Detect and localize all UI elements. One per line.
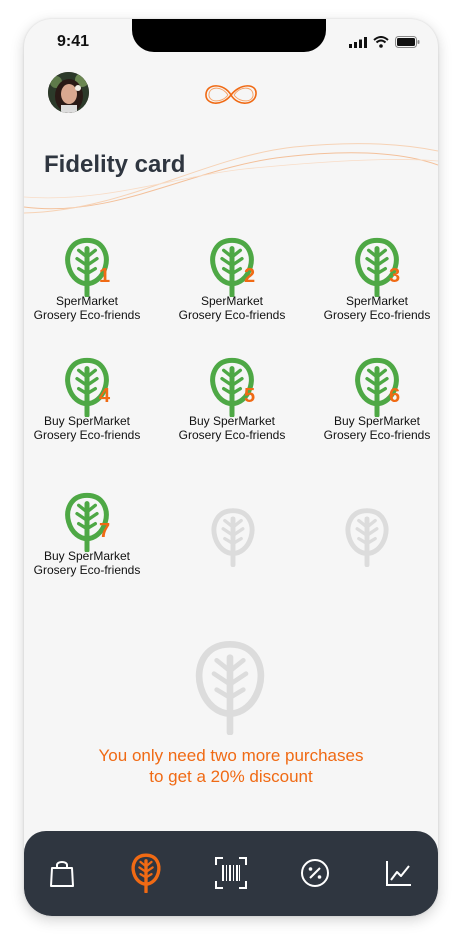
chart-icon — [386, 861, 411, 886]
tab-stats[interactable] — [381, 855, 417, 891]
stamp-label: SperMarket Grosery Eco-friends — [312, 294, 438, 322]
stamp-label: Buy SperMarket Grosery Eco-friends — [24, 549, 152, 577]
stamp-leaf: 6 — [349, 357, 405, 418]
stamp-label-line2: Grosery Eco-friends — [178, 308, 286, 322]
stamp-label: Buy SperMarket Grosery Eco-friends — [24, 414, 152, 442]
stamp-4: 4 Buy SperMarket Grosery Eco-friends — [24, 357, 152, 442]
discount-message: You only need two more purchases to get … — [24, 745, 438, 787]
tab-scan[interactable] — [213, 855, 249, 891]
tab-discounts[interactable] — [297, 855, 333, 891]
battery-icon — [395, 36, 420, 48]
device-notch — [132, 19, 326, 52]
phone-screen: 9:41 Fidelity card 1 SperMarket Grosery … — [24, 19, 438, 916]
stamp-leaf: 4 — [59, 357, 115, 418]
bottom-tab-bar — [24, 831, 438, 916]
stamp-leaf: 1 — [59, 237, 115, 298]
stamp-1: 1 SperMarket Grosery Eco-friends — [24, 237, 152, 322]
stamp-label-line2: Grosery Eco-friends — [33, 428, 141, 442]
stamp-label: Buy SperMarket Grosery Eco-friends — [167, 414, 297, 442]
bag-icon — [50, 861, 74, 887]
wifi-icon — [373, 36, 389, 48]
stamp-5: 5 Buy SperMarket Grosery Eco-friends — [167, 357, 297, 442]
stamp-leaf: 3 — [349, 237, 405, 298]
reward-leaf-icon — [195, 640, 265, 735]
stamp-leaf: 7 — [59, 492, 115, 553]
stamp-label: SperMarket Grosery Eco-friends — [167, 294, 297, 322]
stamp-leaf: 2 — [204, 237, 260, 298]
leaf-icon — [131, 853, 161, 893]
barcode-icon — [215, 857, 247, 889]
empty-stamp-leaf-icon — [211, 508, 255, 567]
infinity-logo-icon — [205, 85, 257, 104]
stamp-leaf: 5 — [204, 357, 260, 418]
stamp-number: 7 — [99, 520, 111, 542]
signal-icon — [349, 36, 367, 48]
stamp-number: 4 — [99, 385, 111, 407]
stamp-label: Buy SperMarket Grosery Eco-friends — [312, 414, 438, 442]
discount-message-line1: You only need two more purchases — [98, 746, 364, 765]
stamp-number: 3 — [389, 265, 401, 287]
stamp-7: 7 Buy SperMarket Grosery Eco-friends — [24, 492, 152, 577]
status-icons — [349, 36, 420, 48]
page-title: Fidelity card — [44, 151, 186, 178]
stamp-6: 6 Buy SperMarket Grosery Eco-friends — [312, 357, 438, 442]
tab-shop[interactable] — [44, 855, 80, 891]
status-time: 9:41 — [57, 33, 90, 50]
stamp-label-line2: Grosery Eco-friends — [323, 308, 431, 322]
stamp-label-line2: Grosery Eco-friends — [323, 428, 431, 442]
stamp-label-line2: Grosery Eco-friends — [178, 428, 286, 442]
stamp-label-line2: Grosery Eco-friends — [33, 563, 141, 577]
empty-stamp-leaf-icon — [345, 508, 389, 567]
discount-message-line2: to get a 20% discount — [149, 767, 313, 786]
stamp-label: SperMarket Grosery Eco-friends — [24, 294, 152, 322]
percent-icon — [301, 859, 329, 887]
stamp-number: 1 — [99, 265, 111, 287]
stamp-number: 6 — [389, 385, 401, 407]
tab-fidelity[interactable] — [128, 853, 164, 893]
stamp-number: 5 — [244, 385, 256, 407]
stamp-number: 2 — [244, 265, 256, 287]
stamp-3: 3 SperMarket Grosery Eco-friends — [312, 237, 438, 322]
avatar[interactable] — [48, 72, 89, 113]
stamp-label-line2: Grosery Eco-friends — [33, 308, 141, 322]
stamp-2: 2 SperMarket Grosery Eco-friends — [167, 237, 297, 322]
